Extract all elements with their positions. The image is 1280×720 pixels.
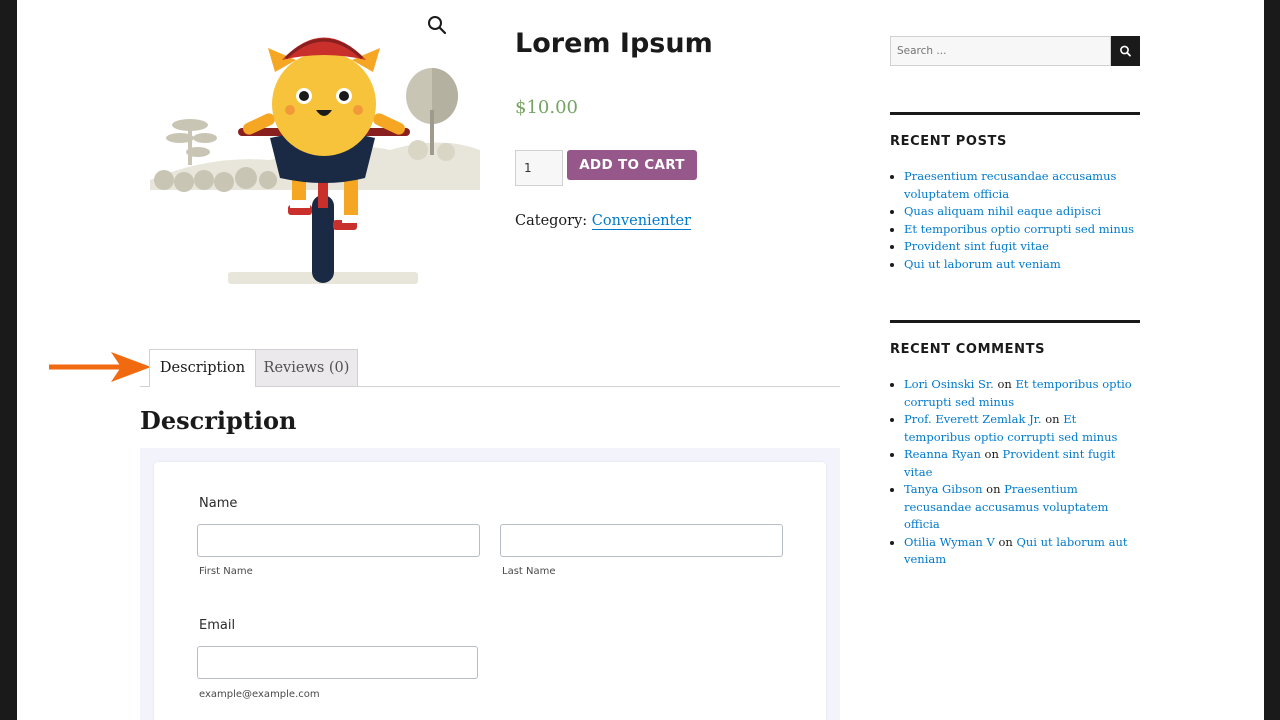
list-item: Prof. Everett Zemlak Jr. on Et temporibu… [904, 411, 1140, 446]
recent-post-link[interactable]: Praesentium recusandae accusamus volupta… [904, 169, 1116, 201]
recent-post-link[interactable]: Et temporibus optio corrupti sed minus [904, 222, 1134, 236]
comment-author-link[interactable]: Tanya Gibson [904, 482, 983, 496]
product-title: Lorem Ipsum [515, 28, 713, 59]
recent-posts-title: RECENT POSTS [890, 134, 1007, 149]
recent-comments-list: Lori Osinski Sr. on Et temporibus optio … [890, 376, 1140, 569]
name-label: Name [199, 496, 238, 511]
list-item: Et temporibus optio corrupti sed minus [904, 221, 1140, 239]
email-label: Email [199, 618, 236, 633]
product-image[interactable] [150, 10, 480, 295]
form-card: Name First Name Last Name Email example@… [154, 462, 826, 720]
on-word: on [984, 447, 999, 461]
recent-post-link[interactable]: Quas aliquam nihil eaque adipisci [904, 204, 1101, 218]
quantity-input[interactable] [515, 150, 563, 186]
widget-divider [890, 320, 1140, 323]
last-name-sublabel: Last Name [502, 566, 556, 577]
category-label: Category: [515, 213, 592, 229]
list-item: Qui ut laborum aut veniam [904, 256, 1140, 274]
recent-post-link[interactable]: Qui ut laborum aut veniam [904, 257, 1061, 271]
on-word: on [998, 534, 1013, 549]
form-panel: Name First Name Last Name Email example@… [140, 448, 840, 720]
on-word: on [997, 377, 1012, 391]
comment-author-link[interactable]: Lori Osinski Sr. [904, 377, 994, 391]
recent-posts-list: Praesentium recusandae accusamus volupta… [890, 168, 1140, 273]
on-word: on [986, 482, 1001, 496]
tab-description[interactable]: Description [149, 349, 256, 387]
product-category: Category: Convenienter [515, 213, 691, 230]
comment-author-link[interactable]: Prof. Everett Zemlak Jr. [904, 412, 1042, 426]
email-input[interactable] [197, 646, 478, 679]
page: Lorem Ipsum $10.00 ADD TO CART Category:… [17, 0, 1264, 720]
list-item: Provident sint fugit vitae [904, 238, 1140, 256]
search-icon [1120, 45, 1131, 57]
search-button[interactable] [1111, 36, 1140, 66]
product-price: $10.00 [515, 97, 578, 118]
add-to-cart-button[interactable]: ADD TO CART [567, 150, 697, 180]
email-sublabel: example@example.com [199, 689, 320, 700]
search-input[interactable] [890, 36, 1111, 66]
tab-reviews[interactable]: Reviews (0) [255, 349, 358, 386]
first-name-input[interactable] [197, 524, 480, 557]
zoom-icon[interactable] [426, 14, 448, 36]
list-item: Reanna Ryan on Provident sint fugit vita… [904, 446, 1140, 481]
description-heading: Description [140, 406, 297, 435]
widget-divider [890, 112, 1140, 115]
list-item: Otilia Wyman V on Qui ut laborum aut ven… [904, 534, 1140, 569]
category-link[interactable]: Convenienter [591, 213, 691, 230]
comment-author-link[interactable]: Reanna Ryan [904, 447, 981, 461]
recent-post-link[interactable]: Provident sint fugit vitae [904, 239, 1049, 253]
recent-comments-title: RECENT COMMENTS [890, 342, 1046, 357]
last-name-input[interactable] [500, 524, 783, 557]
list-item: Praesentium recusandae accusamus volupta… [904, 168, 1140, 203]
comment-author-link[interactable]: Otilia Wyman V [904, 535, 995, 549]
list-item: Quas aliquam nihil eaque adipisci [904, 203, 1140, 221]
on-word: on [1045, 412, 1060, 426]
arrow-icon [49, 352, 151, 382]
list-item: Lori Osinski Sr. on Et temporibus optio … [904, 376, 1140, 411]
list-item: Tanya Gibson on Praesentium recusandae a… [904, 481, 1140, 534]
first-name-sublabel: First Name [199, 566, 253, 577]
